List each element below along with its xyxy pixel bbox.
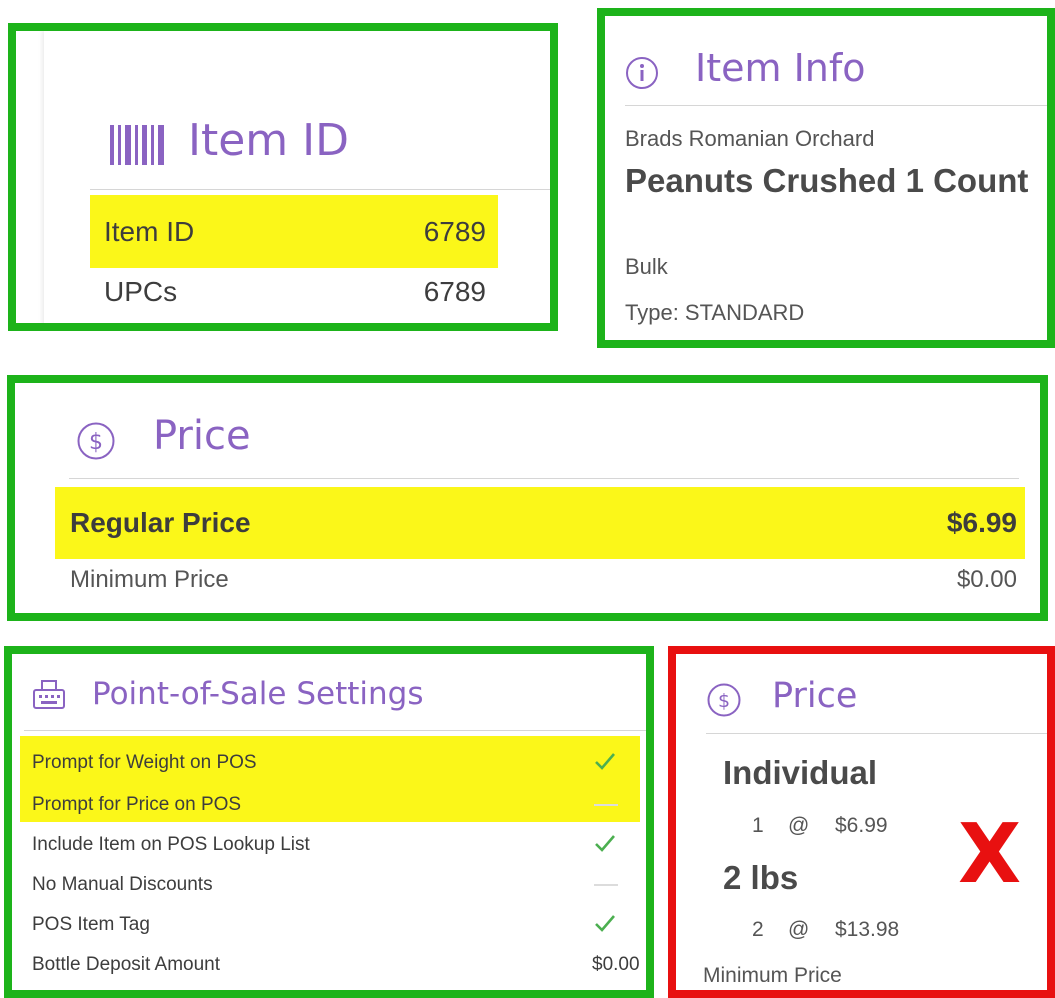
check-icon bbox=[595, 915, 615, 932]
divider bbox=[69, 478, 1019, 479]
info-icon bbox=[626, 57, 658, 89]
pos-setting-label: Prompt for Price on POS bbox=[32, 794, 242, 815]
tier-at: @ bbox=[788, 814, 810, 837]
minimum-price-label: Minimum Price bbox=[703, 964, 842, 987]
upcs-value: 6789 bbox=[423, 276, 486, 307]
item-id-value: 6789 bbox=[423, 216, 486, 247]
item-name: Peanuts Crushed 1 Count bbox=[625, 162, 1029, 199]
upcs-label: UPCs bbox=[104, 276, 178, 307]
dollar-icon: $ bbox=[77, 422, 115, 460]
card-title: Item Info bbox=[695, 46, 866, 90]
item-info-card: Item Info Brads Romanian Orchard Peanuts… bbox=[597, 8, 1055, 348]
tier-name: Individual bbox=[723, 754, 878, 791]
tier-name: 2 lbs bbox=[723, 859, 799, 896]
tier-qty: 1 bbox=[752, 814, 764, 837]
tier-at: @ bbox=[788, 918, 810, 941]
regular-price-value: $6.99 bbox=[946, 507, 1017, 538]
minimum-price-label: Minimum Price bbox=[70, 566, 229, 593]
dollar-icon: $ bbox=[707, 683, 741, 717]
item-id-card: Item ID Item ID 6789 UPCs 6789 bbox=[8, 23, 558, 331]
dash-icon bbox=[594, 884, 618, 886]
svg-text:$: $ bbox=[718, 690, 730, 712]
unit-label: Bulk bbox=[625, 254, 668, 279]
pos-setting-label: Bottle Deposit Amount bbox=[32, 954, 220, 975]
tier-price: $13.98 bbox=[835, 918, 900, 941]
pos-settings-card: Point-of-Sale Settings Prompt for Weight… bbox=[4, 646, 654, 998]
type-label: Type: STANDARD bbox=[625, 300, 805, 325]
card-title: Price bbox=[153, 413, 251, 459]
keyboard-icon bbox=[33, 680, 65, 709]
price-card-alt: $ Price Individual 1 @ $6.99 2 lbs 2 @ $… bbox=[668, 646, 1055, 998]
bottle-deposit-value: $0.00 bbox=[592, 954, 640, 975]
divider bbox=[706, 733, 1047, 734]
divider bbox=[625, 105, 1047, 106]
svg-text:$: $ bbox=[89, 430, 103, 455]
brand-name: Brads Romanian Orchard bbox=[625, 126, 875, 151]
minimum-price-value: $0.00 bbox=[956, 566, 1017, 593]
dash-icon bbox=[594, 804, 618, 806]
pos-setting-label: POS Item Tag bbox=[32, 914, 150, 935]
check-icon bbox=[595, 753, 615, 770]
tier-price: $6.99 bbox=[835, 814, 888, 837]
divider bbox=[24, 730, 646, 731]
pos-setting-label: Include Item on POS Lookup List bbox=[32, 834, 310, 855]
divider bbox=[90, 189, 550, 190]
price-card: $ Price Regular Price $6.99 Minimum Pric… bbox=[7, 375, 1048, 621]
item-id-label: Item ID bbox=[104, 216, 195, 247]
card-title: Price bbox=[772, 676, 858, 716]
check-icon bbox=[595, 835, 615, 852]
reject-mark: X bbox=[958, 807, 1022, 902]
card-title: Item ID bbox=[188, 115, 350, 166]
regular-price-label: Regular Price bbox=[70, 507, 251, 538]
barcode-icon bbox=[110, 125, 164, 165]
tier-qty: 2 bbox=[752, 918, 764, 941]
card-title: Point-of-Sale Settings bbox=[92, 676, 424, 712]
pos-setting-label: Prompt for Weight on POS bbox=[32, 752, 257, 773]
pos-setting-label: No Manual Discounts bbox=[32, 874, 213, 895]
